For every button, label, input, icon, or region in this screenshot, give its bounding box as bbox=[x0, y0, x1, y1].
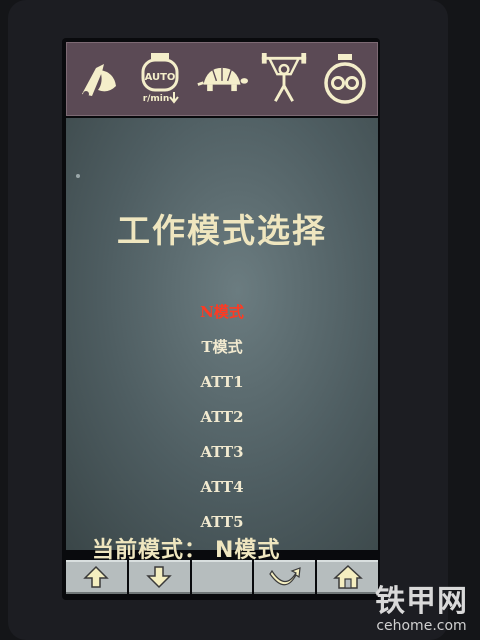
auto-label: AUTO bbox=[144, 72, 175, 83]
down-arrow-icon bbox=[146, 566, 172, 589]
mode-item-att1[interactable]: ATT1 bbox=[66, 365, 378, 400]
mode-item-att3[interactable]: ATT3 bbox=[66, 435, 378, 470]
softkey-blank[interactable] bbox=[191, 560, 253, 594]
watermark: 铁甲网 cehome.com bbox=[375, 584, 468, 635]
screen-dot bbox=[76, 174, 80, 178]
mode-item-att4[interactable]: ATT4 bbox=[66, 470, 378, 505]
up-arrow-icon bbox=[83, 565, 110, 588]
mode-item-n[interactable]: N模式 bbox=[66, 295, 378, 330]
weightlifter-icon[interactable] bbox=[258, 49, 310, 109]
softkey-return[interactable] bbox=[254, 560, 316, 594]
watermark-logo: 铁甲网 bbox=[375, 584, 468, 619]
auto-engine-icon[interactable]: AUTO r/min bbox=[135, 49, 187, 109]
bucket-arm-icon[interactable] bbox=[73, 49, 125, 109]
home-icon bbox=[332, 564, 363, 589]
mode-selection-panel: 工作模式选择 N模式 T模式 ATT1 ATT2 ATT3 ATT4 ATT5 … bbox=[66, 118, 378, 563]
display-screen: AUTO r/min 工作模式选择 N模式 T模式 ATT1 ATT2 ATT3… bbox=[62, 38, 380, 600]
softkey-down[interactable] bbox=[128, 560, 190, 594]
mode-item-t[interactable]: T模式 bbox=[66, 330, 378, 365]
watermark-url: cehome.com bbox=[376, 618, 467, 634]
mode-item-att2[interactable]: ATT2 bbox=[66, 400, 378, 435]
turtle-icon[interactable] bbox=[196, 49, 248, 109]
page-title: 工作模式选择 bbox=[117, 211, 327, 250]
softkey-up[interactable] bbox=[66, 560, 127, 594]
rpm-label: r/min bbox=[142, 94, 169, 104]
status-icon-bar: AUTO r/min bbox=[66, 42, 378, 116]
softkey-home[interactable] bbox=[317, 560, 378, 594]
mode-list: N模式 T模式 ATT1 ATT2 ATT3 ATT4 ATT5 bbox=[66, 295, 378, 540]
return-icon bbox=[269, 567, 301, 586]
softkey-bar bbox=[66, 560, 378, 594]
hydraulic-pump-icon[interactable] bbox=[319, 49, 371, 109]
